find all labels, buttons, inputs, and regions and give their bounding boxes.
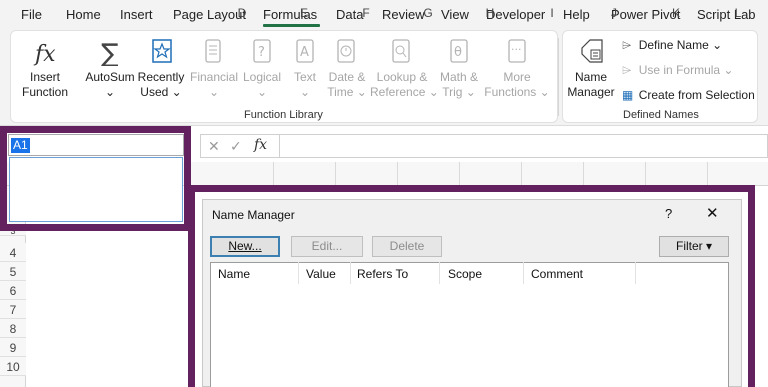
date-time-button[interactable]: Date & Time ⌄ <box>325 70 369 100</box>
column-divider <box>273 162 274 186</box>
column-header-l[interactable]: L <box>707 6 768 20</box>
column-header-e[interactable]: E <box>273 6 335 20</box>
recently-used-button[interactable]: Recently Used ⌄ <box>136 70 186 100</box>
svg-text:fx: fx <box>33 42 56 66</box>
column-header-h[interactable]: H <box>459 6 521 20</box>
group-separator <box>558 38 559 116</box>
tab-file[interactable]: File <box>21 7 42 22</box>
formula-input[interactable] <box>280 134 768 158</box>
column-header-i[interactable]: I <box>521 6 583 20</box>
column-header-d[interactable]: D <box>211 6 273 20</box>
row-header-9[interactable]: 9 <box>0 338 26 357</box>
more-functions-icon: ··· <box>507 38 527 67</box>
row-header-7[interactable]: 7 <box>0 300 26 319</box>
column-divider <box>459 162 460 186</box>
column-divider <box>645 162 646 186</box>
name-box-highlight-frame <box>0 126 191 231</box>
sigma-icon: ∑ <box>99 38 123 69</box>
function-library-label: Function Library <box>244 109 323 121</box>
create-from-selection-button[interactable]: ▦ Create from Selection <box>622 88 755 102</box>
financial-button[interactable]: Financial ⌄ <box>188 70 240 100</box>
row-header-6[interactable]: 6 <box>0 281 26 300</box>
svg-text:∑: ∑ <box>101 39 119 66</box>
svg-text:?: ? <box>258 45 265 60</box>
tab-home[interactable]: Home <box>66 7 101 22</box>
insert-function-button[interactable]: Insert Function <box>17 70 73 100</box>
formula-tag-icon: ⌲ <box>622 63 632 77</box>
defined-names-label: Defined Names <box>623 109 699 121</box>
fx-icon: fx <box>33 40 57 69</box>
active-tab-indicator <box>263 24 320 27</box>
column-divider <box>335 162 336 186</box>
column-divider <box>583 162 584 186</box>
enter-icon[interactable]: ✓ <box>230 138 242 155</box>
clock-icon <box>336 38 356 67</box>
svg-text:θ: θ <box>454 45 462 60</box>
tag-icon: ⌲ <box>622 38 632 52</box>
row-header-8[interactable]: 8 <box>0 319 26 338</box>
use-in-formula-button[interactable]: ⌲ Use in Formula ⌄ <box>622 63 733 78</box>
math-trig-button[interactable]: Math & Trig ⌄ <box>436 70 482 100</box>
lookup-reference-button[interactable]: Lookup & Reference ⌄ <box>370 70 439 100</box>
text-button[interactable]: Text ⌄ <box>286 70 324 100</box>
cancel-icon[interactable]: ✕ <box>208 138 220 155</box>
table-grid-icon: ▦ <box>622 88 634 102</box>
name-manager-button[interactable]: Name Manager <box>564 70 618 100</box>
define-name-button[interactable]: ⌲ Define Name ⌄ <box>622 38 722 53</box>
row-header-4[interactable]: 4 <box>0 243 26 262</box>
column-divider <box>707 162 708 186</box>
row-header-5[interactable]: 5 <box>0 262 26 281</box>
name-manager-highlight-frame <box>188 185 755 387</box>
text-icon: A <box>295 38 315 67</box>
row-header-10[interactable]: 10 <box>0 357 26 376</box>
logical-icon: ? <box>252 38 272 67</box>
theta-icon: θ <box>449 38 469 67</box>
lookup-icon <box>391 38 411 67</box>
formula-bar-buttons: ✕ ✓ fx <box>200 134 280 158</box>
svg-text:A: A <box>300 45 309 60</box>
column-header-k[interactable]: K <box>645 6 707 20</box>
column-header-g[interactable]: G <box>397 6 459 20</box>
more-functions-button[interactable]: More Functions ⌄ <box>484 70 550 100</box>
star-book-icon <box>150 38 174 69</box>
financial-icon <box>203 38 223 67</box>
column-header-j[interactable]: J <box>583 6 645 20</box>
insert-function-icon[interactable]: fx <box>254 137 267 153</box>
tab-insert[interactable]: Insert <box>120 7 153 22</box>
column-header-f[interactable]: F <box>335 6 397 20</box>
column-divider <box>521 162 522 186</box>
logical-button[interactable]: Logical ⌄ <box>240 70 284 100</box>
name-tag-icon <box>578 36 606 69</box>
svg-text:···: ··· <box>511 43 522 56</box>
column-divider <box>397 162 398 186</box>
autosum-button[interactable]: AutoSum ⌄ <box>82 70 138 100</box>
